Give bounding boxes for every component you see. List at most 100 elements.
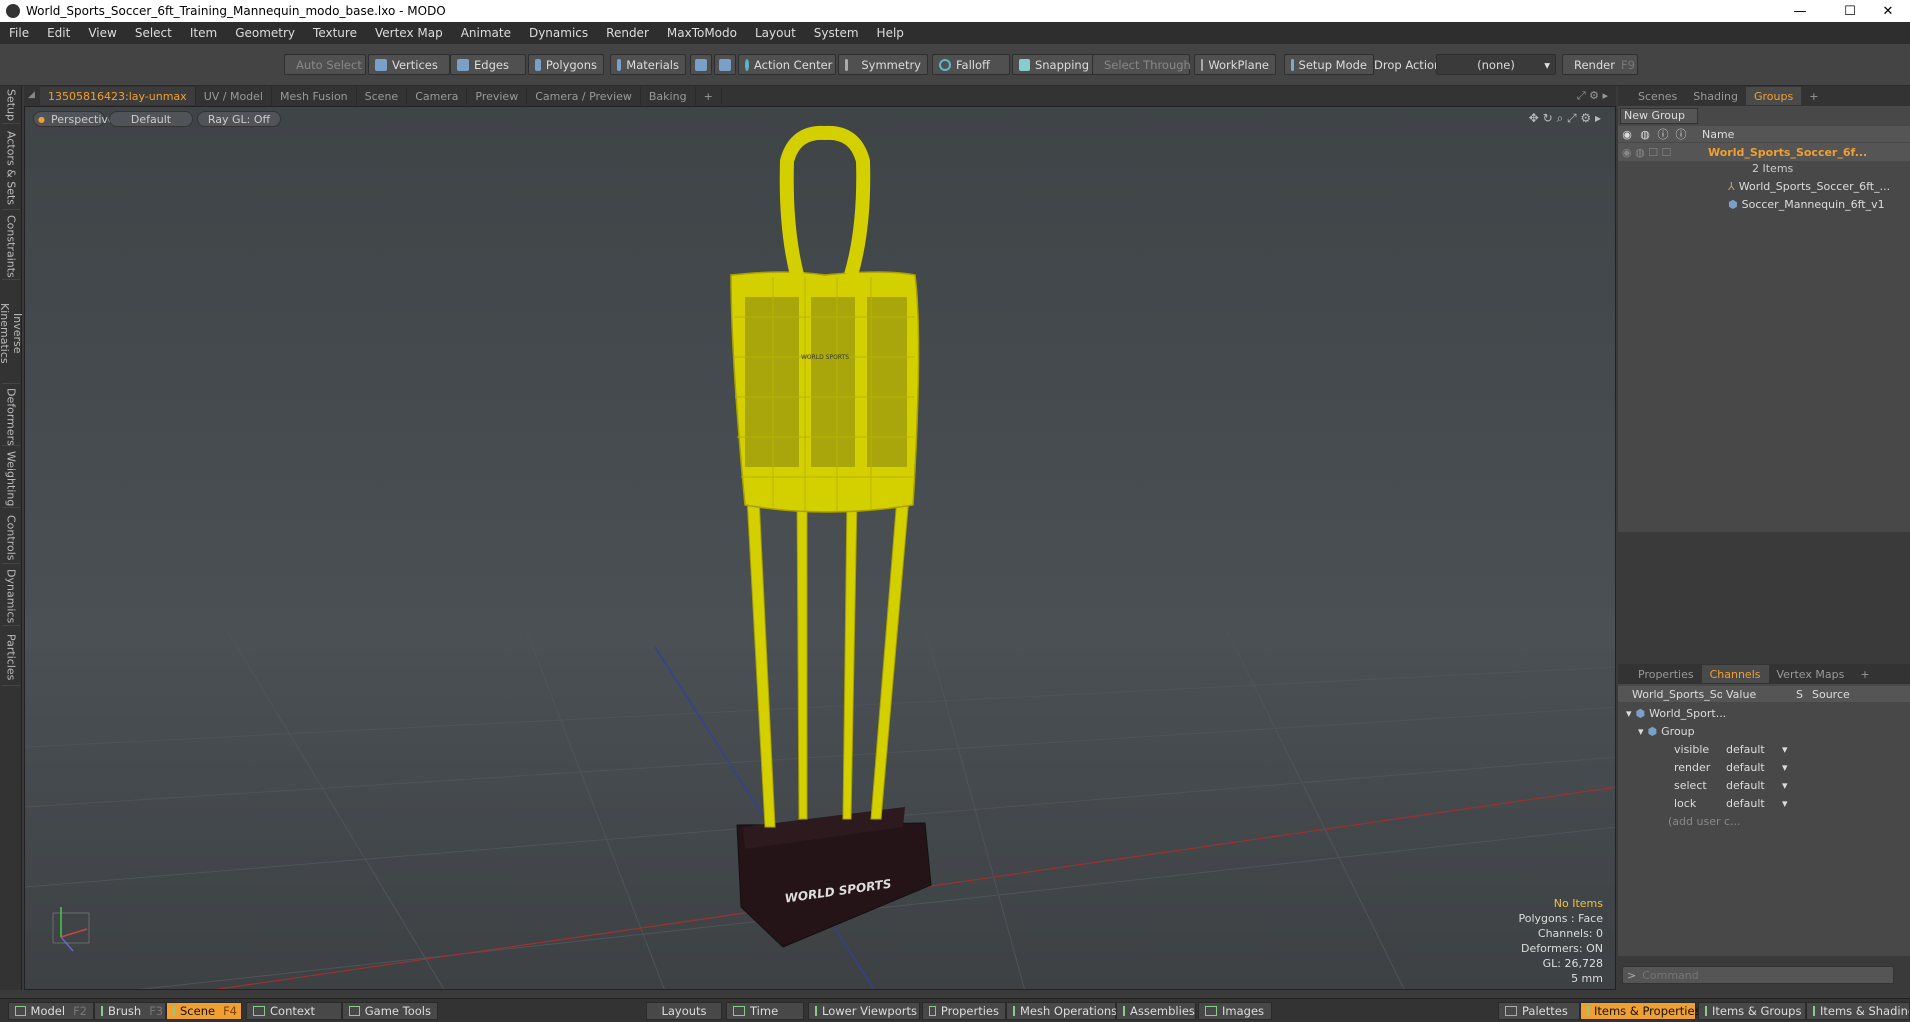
menu-animate[interactable]: Animate [452, 26, 520, 40]
menu-dynamics[interactable]: Dynamics [520, 26, 597, 40]
tab-scene[interactable]: Scene [357, 87, 408, 105]
tab-controls[interactable]: Controls [2, 512, 20, 564]
menu-vertex-map[interactable]: Vertex Map [366, 26, 452, 40]
tab-dynamics[interactable]: Dynamics [2, 568, 20, 626]
tab-particles[interactable]: Particles [2, 630, 20, 686]
raygl-button[interactable]: Ray GL: Off [197, 111, 281, 127]
viewport-nav-icons[interactable]: ✥ ↻ ⌕ ⤢ ⚙ ▸ [1529, 111, 1601, 126]
menu-layout[interactable]: Layout [746, 26, 805, 40]
tab-camera-preview[interactable]: Camera / Preview [527, 87, 641, 105]
assemblies-button[interactable]: Assemblies [1116, 1002, 1196, 1020]
new-group-button[interactable]: New Group [1620, 108, 1698, 124]
channel-row[interactable]: visible default ▾ [1618, 740, 1910, 758]
tab-deformers[interactable]: Deformers [2, 388, 20, 446]
tab-camera[interactable]: Camera [407, 87, 468, 105]
game-tools-button[interactable]: Game Tools [342, 1002, 438, 1020]
tab-inverse-kinematics[interactable]: Inverse Kinematics [0, 284, 24, 384]
images-button[interactable]: Images [1198, 1002, 1272, 1020]
items-groups-button[interactable]: Items & Groups [1698, 1002, 1806, 1020]
menu-system[interactable]: System [805, 26, 868, 40]
chevron-down-icon[interactable]: ▾ [1782, 761, 1788, 774]
tab-lay-unmax[interactable]: 13505816423:lay-unmax [40, 87, 196, 105]
model-layout-button[interactable]: Model F2 [8, 1002, 94, 1020]
menu-texture[interactable]: Texture [304, 26, 366, 40]
vertices-button[interactable]: Vertices [368, 54, 450, 75]
context-layout-button[interactable]: Context [246, 1002, 342, 1020]
edges-button[interactable]: Edges [450, 54, 526, 75]
mesh-operations-button[interactable]: Mesh Operations [1006, 1002, 1117, 1020]
panel-menu-icon[interactable]: ◢ [28, 90, 40, 102]
tab-groups[interactable]: Groups [1745, 87, 1802, 105]
add-user-channel[interactable]: (add user c... [1618, 812, 1910, 830]
tab-mesh-fusion[interactable]: Mesh Fusion [272, 87, 357, 105]
expand-icon[interactable]: ▾ [1626, 707, 1632, 720]
tab-constraints[interactable]: Constraints [2, 214, 20, 280]
channels-group-row[interactable]: ▾ ⬢ Group [1618, 722, 1910, 740]
chevron-down-icon[interactable]: ▾ [1782, 779, 1788, 792]
brush-layout-button[interactable]: Brush F3 [94, 1002, 166, 1020]
group-row-toggles[interactable]: ◉ ◍ ☐ ☐ [1618, 146, 1708, 159]
minimize-button[interactable]: — [1778, 0, 1822, 22]
close-button[interactable]: ✕ [1866, 0, 1910, 22]
add-props-tab[interactable]: + [1852, 665, 1877, 683]
tab-uv-model[interactable]: UV / Model [196, 87, 272, 105]
properties-button[interactable]: Properties [922, 1002, 1006, 1020]
3d-viewport[interactable]: WORLD SPORTS WORLD SPORTS ● Perspective … [24, 106, 1616, 990]
tab-setup[interactable]: Setup [2, 88, 20, 124]
tab-shading[interactable]: Shading [1685, 87, 1746, 105]
falloff-button[interactable]: Falloff [932, 54, 1010, 75]
tab-vertex-maps[interactable]: Vertex Maps [1769, 665, 1853, 683]
viewport-settings-icon[interactable]: ⤢ ⚙ ▸ [1577, 89, 1608, 103]
drop-action-select[interactable]: (none) ▾ [1436, 54, 1556, 75]
snapping-button[interactable]: Snapping [1012, 54, 1096, 75]
add-tab-button[interactable]: + [696, 87, 722, 105]
select-mode2-button[interactable] [714, 54, 736, 75]
setup-mode-button[interactable]: Setup Mode [1284, 54, 1374, 75]
chevron-down-icon[interactable]: ▾ [1782, 743, 1788, 756]
menu-edit[interactable]: Edit [38, 26, 79, 40]
tab-baking[interactable]: Baking [641, 87, 696, 105]
items-properties-button[interactable]: Items & Properties [1580, 1002, 1701, 1020]
tab-channels[interactable]: Channels [1701, 665, 1769, 683]
lower-viewports-button[interactable]: Lower Viewports [808, 1002, 920, 1020]
menu-file[interactable]: File [0, 26, 38, 40]
menu-maxtomodo[interactable]: MaxToModo [658, 26, 746, 40]
tab-weighting[interactable]: Weighting [2, 450, 20, 508]
render-button[interactable]: Render F9 [1562, 54, 1638, 75]
channel-row[interactable]: lock default ▾ [1618, 794, 1910, 812]
items-shading-button[interactable]: Items & Shading [1806, 1002, 1910, 1020]
polygons-button[interactable]: Polygons [528, 54, 604, 75]
tab-scenes[interactable]: Scenes [1630, 87, 1685, 105]
materials-button[interactable]: Materials [610, 54, 686, 75]
select-mode-button[interactable] [690, 54, 712, 75]
command-field[interactable]: > [1622, 966, 1894, 984]
scene-layout-button[interactable]: Scene F4 [166, 1002, 242, 1020]
channel-row[interactable]: select default ▾ [1618, 776, 1910, 794]
channel-row[interactable]: render default ▾ [1618, 758, 1910, 776]
menu-select[interactable]: Select [126, 26, 181, 40]
symmetry-button[interactable]: Symmetry [838, 54, 928, 75]
shading-mode-button[interactable]: Default [109, 111, 193, 127]
channels-item-row[interactable]: ▾ ⬢ World_Sport... [1618, 704, 1910, 722]
group-child-row[interactable]: ⬢ Soccer_Mannequin_6ft_v1 [1618, 195, 1910, 213]
menu-item[interactable]: Item [181, 26, 226, 40]
auto-select-button[interactable]: Auto Select [284, 54, 366, 75]
view-mode-button[interactable]: ● Perspective [33, 111, 115, 127]
menu-render[interactable]: Render [597, 26, 658, 40]
time-button[interactable]: Time [726, 1002, 804, 1020]
add-panel-tab[interactable]: + [1801, 87, 1826, 105]
select-through-button[interactable]: Select Through [1092, 54, 1191, 75]
command-input[interactable] [1642, 968, 1893, 982]
group-child-row[interactable]: ⅄ World_Sports_Soccer_6ft_... [1618, 177, 1910, 195]
channels-list[interactable]: World_Sports_So ... Value S Source ▾⬢Wor… [1618, 684, 1910, 956]
chevron-down-icon[interactable]: ▾ [1782, 797, 1788, 810]
tab-actors-sets[interactable]: Actors & Sets [2, 128, 20, 210]
menu-help[interactable]: Help [868, 26, 913, 40]
tab-preview[interactable]: Preview [467, 87, 528, 105]
expand-icon[interactable]: ▾ [1638, 725, 1644, 738]
workplane-button[interactable]: WorkPlane [1194, 54, 1276, 75]
menu-view[interactable]: View [79, 26, 125, 40]
groups-list[interactable]: New Group ◉ ◍ ⓘ ⓘ Name ◉ ◍ ☐ ☐ World_Spo… [1618, 106, 1910, 532]
palettes-button[interactable]: Palettes [1498, 1002, 1580, 1020]
action-center-button[interactable]: Action Center [738, 54, 836, 75]
